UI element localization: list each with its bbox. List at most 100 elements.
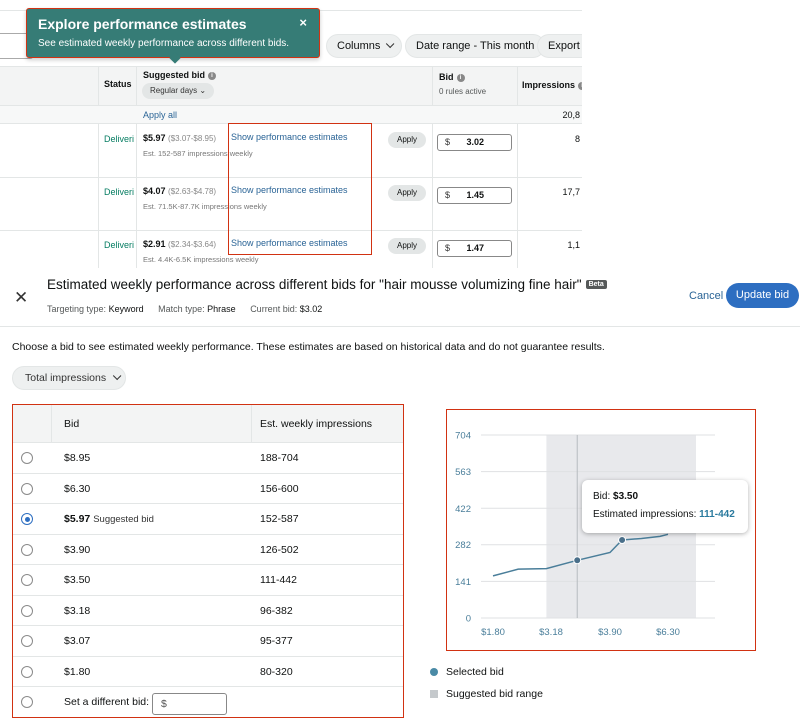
table-row: Deliveri $4.07 ($2.63-$4.78) Est. 71.5K-…: [0, 178, 582, 231]
radio-button[interactable]: [21, 543, 33, 556]
suggested-bid-value: $2.91: [143, 239, 166, 249]
x-tick-label: $1.80: [481, 627, 505, 638]
column-divider: [251, 405, 252, 443]
close-icon[interactable]: ×: [299, 15, 307, 30]
currency-symbol: $: [445, 243, 451, 253]
suggested-bid-range: ($2.63-$4.78): [168, 187, 217, 196]
y-tick-label: 141: [455, 577, 471, 588]
x-tick-label: $3.18: [539, 627, 563, 638]
info-icon[interactable]: i: [456, 74, 465, 82]
tooltip-impressions-line: Estimated impressions: 111-442: [593, 509, 735, 520]
tooltip-bid-value: $3.50: [613, 491, 639, 502]
table-header: [0, 66, 582, 106]
bid-input[interactable]: $1.45: [437, 187, 512, 204]
column-divider: [51, 405, 52, 443]
radio-button[interactable]: [21, 452, 33, 464]
bid-option-value: $6.30: [64, 482, 91, 495]
impressions-header-label: Impressions: [522, 80, 576, 90]
export-button[interactable]: Export: [537, 34, 582, 58]
bid-option-impressions: 95-377: [260, 635, 293, 647]
info-icon[interactable]: i: [208, 72, 217, 80]
update-bid-button[interactable]: Update bid: [726, 283, 799, 308]
suggested-bid: $4.07 ($2.63-$4.78): [143, 186, 216, 196]
y-tick-label: 0: [466, 614, 471, 625]
suggested-bid-header: Suggested bid i: [143, 70, 217, 80]
chevron-down-icon: [113, 371, 122, 381]
apply-button[interactable]: Apply: [388, 132, 426, 148]
bid-option-row[interactable]: $6.30 156-600: [13, 474, 403, 504]
apply-button[interactable]: Apply: [388, 238, 426, 254]
bid-option-row[interactable]: $8.95 188-704: [13, 443, 403, 474]
info-icon[interactable]: i: [578, 82, 582, 90]
bid-option-row[interactable]: $3.07 95-377: [13, 626, 403, 657]
radio-button[interactable]: [21, 574, 33, 586]
bid-input[interactable]: $1.47: [437, 240, 512, 257]
bid-value: 1.47: [466, 243, 484, 253]
legend-label: Suggested bid range: [446, 688, 543, 700]
cancel-button[interactable]: Cancel: [689, 290, 723, 302]
current-bid-value: $3.02: [299, 304, 323, 314]
bid-option-row[interactable]: $3.50 111-442: [13, 565, 403, 596]
bid-option-value: $3.18: [64, 604, 91, 617]
columns-label: Columns: [337, 40, 381, 52]
legend-label: Selected bid: [446, 666, 504, 678]
tooltip-impressions-value: 111-442: [699, 509, 735, 520]
show-performance-estimates-link[interactable]: Show performance estimates: [231, 185, 348, 195]
apply-all-link[interactable]: Apply all: [143, 110, 177, 120]
metric-dropdown[interactable]: Total impressions: [12, 366, 126, 390]
status-text: Deliveri: [104, 187, 135, 197]
suggested-bid: $2.91 ($2.34-$3.64): [143, 239, 216, 249]
radio-button[interactable]: [21, 665, 33, 678]
tooltip-bid-line: Bid: $3.50: [593, 491, 638, 502]
regular-days-label: Regular days: [150, 86, 198, 95]
radio-button[interactable]: [21, 482, 33, 495]
suggested-bid-range: ($2.34-$3.64): [168, 240, 217, 249]
bid-option-value: $3.07: [64, 635, 91, 647]
bid-meta: Targeting type: Keyword Match type: Phra…: [47, 304, 322, 314]
radio-button[interactable]: [21, 635, 33, 647]
match-type-value: Phrase: [207, 304, 236, 314]
status-header: Status: [104, 79, 132, 89]
status-text: Deliveri: [104, 134, 135, 144]
status-text: Deliveri: [104, 240, 135, 250]
columns-button[interactable]: Columns: [326, 34, 403, 58]
tooltip-bid-label: Bid:: [593, 491, 611, 502]
bid-column-header: Bid: [64, 418, 80, 430]
close-icon[interactable]: ✕: [14, 288, 28, 308]
regular-days-dropdown[interactable]: Regular days ⌄: [142, 83, 215, 99]
bid-option-impressions: 156-600: [260, 482, 299, 495]
selected-bid-marker: [430, 668, 438, 676]
radio-button[interactable]: [21, 696, 33, 708]
bid-option-row[interactable]: $1.80 80-320: [13, 657, 403, 687]
modal-divider: [0, 326, 800, 327]
date-range-button[interactable]: Date range - This month: [405, 34, 546, 58]
custom-bid-row[interactable]: Set a different bid: $: [13, 687, 403, 718]
targeting-type-label: Targeting type:: [47, 304, 107, 314]
bid-options-table: Bid Est. weekly impressions $8.95 188-70…: [12, 404, 404, 718]
bid-header: Bid i: [439, 72, 465, 82]
chart-tooltip: Bid: $3.50 Estimated impressions: 111-44…: [582, 480, 748, 533]
banner-title: Explore performance estimates: [38, 16, 247, 32]
metric-label: Total impressions: [25, 372, 107, 384]
bid-option-impressions: 96-382: [260, 604, 293, 617]
impressions-header: Impressionsi: [522, 80, 582, 90]
bid-option-row[interactable]: $3.90 126-502: [13, 535, 403, 565]
export-label: Export: [548, 40, 580, 52]
suggested-bid-tag: Suggested bid: [93, 514, 154, 525]
bid-option-row[interactable]: $5.97 Suggested bid 152-587: [13, 504, 403, 535]
y-tick-label: 282: [455, 540, 471, 551]
y-tick-label: 422: [455, 504, 471, 515]
bid-option-row[interactable]: $3.18 96-382: [13, 596, 403, 626]
banner-subtitle: See estimated weekly performance across …: [38, 38, 290, 49]
currency-symbol: $: [445, 190, 451, 200]
show-performance-estimates-link[interactable]: Show performance estimates: [231, 132, 348, 142]
show-performance-estimates-link[interactable]: Show performance estimates: [231, 238, 348, 248]
radio-button[interactable]: [21, 604, 33, 617]
radio-button-selected[interactable]: [21, 513, 33, 525]
targeting-type-value: Keyword: [108, 304, 144, 314]
apply-button[interactable]: Apply: [388, 185, 426, 201]
custom-bid-input[interactable]: $: [152, 693, 227, 715]
bid-option-value: $8.95: [64, 452, 91, 464]
bid-input[interactable]: $3.02: [437, 134, 512, 151]
impressions-value: 1,1: [567, 240, 580, 250]
